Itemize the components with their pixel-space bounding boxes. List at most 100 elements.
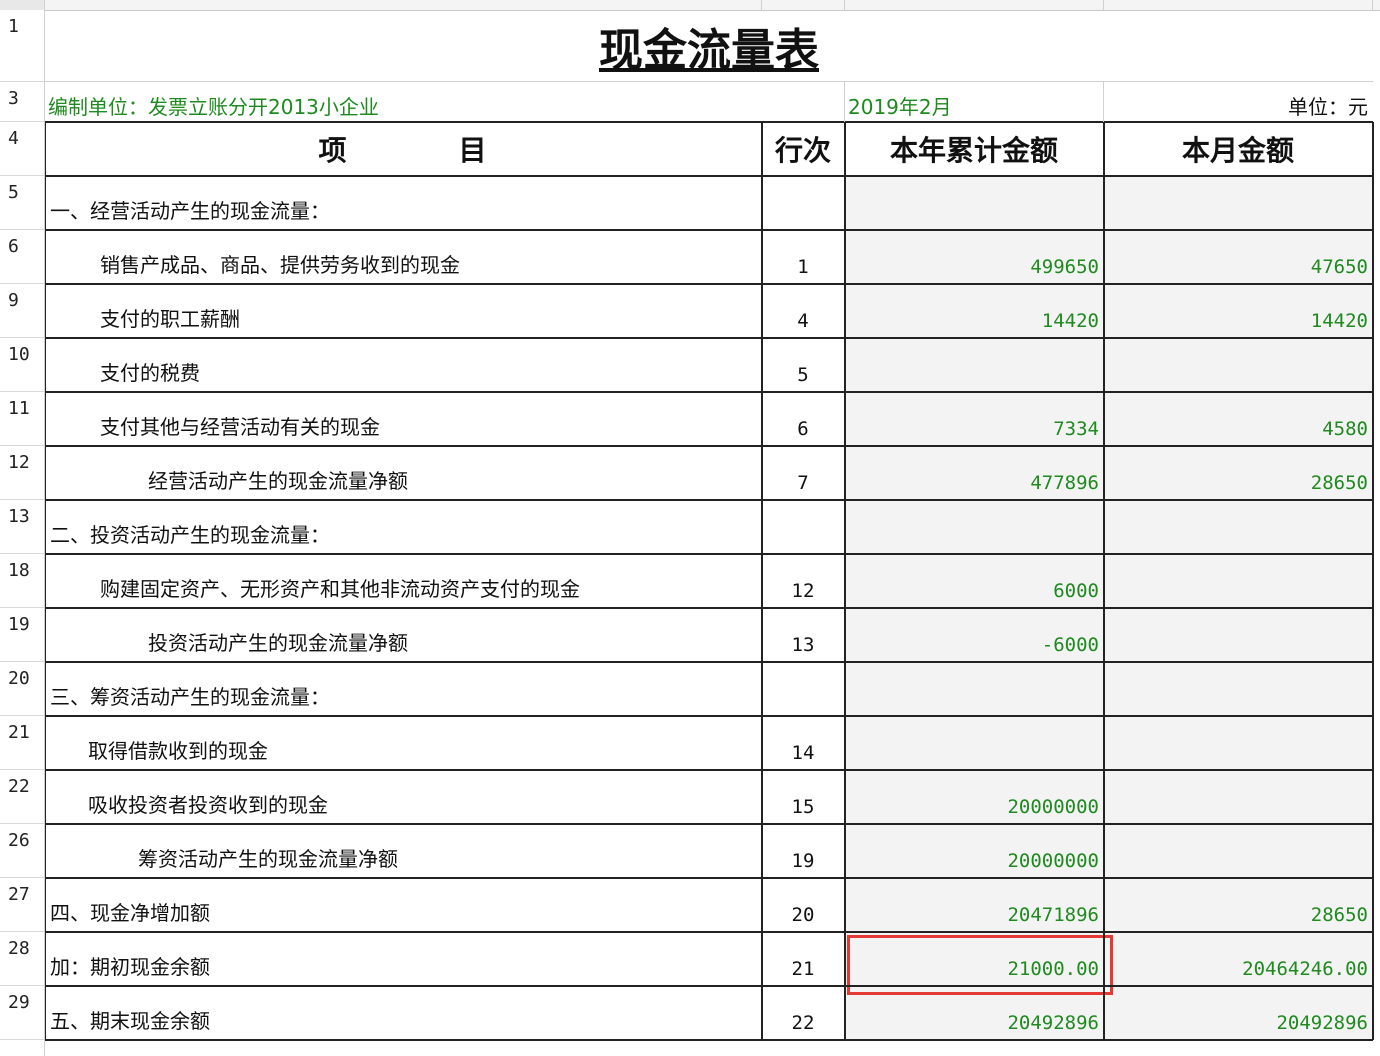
month-amount-cell[interactable]: 14420 — [1104, 284, 1372, 338]
table-border-vertical — [1372, 122, 1374, 1040]
month-amount-cell[interactable]: 20492896 — [1104, 986, 1372, 1040]
ytd-amount-cell[interactable] — [845, 338, 1103, 392]
line-number-cell[interactable]: 6 — [762, 392, 844, 446]
row-header[interactable]: 19 — [0, 608, 44, 662]
line-number-cell[interactable]: 22 — [762, 986, 844, 1040]
currency-unit-label: 单位：元 — [1288, 95, 1368, 119]
table-border-vertical — [1103, 122, 1105, 1040]
ytd-amount-cell[interactable] — [845, 176, 1103, 230]
month-amount-cell[interactable] — [1104, 770, 1372, 824]
item-cell[interactable]: 支付的职工薪酬 — [100, 284, 759, 338]
month-amount-cell[interactable] — [1104, 554, 1372, 608]
item-cell[interactable]: 筹资活动产生的现金流量净额 — [138, 824, 759, 878]
item-cell[interactable]: 四、现金净增加额 — [50, 878, 759, 932]
table-border-horizontal — [44, 445, 1373, 447]
row-header-divider — [44, 0, 45, 1056]
month-amount-cell[interactable]: 47650 — [1104, 230, 1372, 284]
item-cell[interactable]: 吸收投资者投资收到的现金 — [88, 770, 759, 824]
ytd-amount-cell[interactable]: 20000000 — [845, 770, 1103, 824]
month-amount-cell[interactable] — [1104, 662, 1372, 716]
column-gridline — [844, 82, 845, 122]
row-header[interactable]: 29 — [0, 986, 44, 1040]
item-cell[interactable]: 销售产成品、商品、提供劳务收到的现金 — [100, 230, 759, 284]
line-number-cell[interactable]: 13 — [762, 608, 844, 662]
row-header[interactable]: 3 — [0, 82, 44, 122]
table-border-horizontal — [44, 175, 1373, 177]
item-cell[interactable]: 取得借款收到的现金 — [88, 716, 759, 770]
row-header[interactable]: 1 — [0, 10, 44, 82]
table-border-vertical — [761, 122, 763, 1040]
row-header[interactable]: 26 — [0, 824, 44, 878]
row-header[interactable]: 6 — [0, 230, 44, 284]
item-cell[interactable]: 加：期初现金余额 — [50, 932, 759, 986]
ytd-amount-cell[interactable]: 477896 — [845, 446, 1103, 500]
row-header[interactable]: 20 — [0, 662, 44, 716]
row-header[interactable]: 10 — [0, 338, 44, 392]
ytd-amount-cell[interactable] — [845, 662, 1103, 716]
column-header-ytd: 本年累计金额 — [889, 134, 1058, 167]
row-header[interactable]: 5 — [0, 176, 44, 230]
line-number-cell[interactable]: 5 — [762, 338, 844, 392]
month-amount-cell[interactable]: 4580 — [1104, 392, 1372, 446]
month-amount-cell[interactable] — [1104, 338, 1372, 392]
table-border-vertical — [844, 122, 846, 1040]
item-cell[interactable]: 购建固定资产、无形资产和其他非流动资产支付的现金 — [100, 554, 759, 608]
ytd-amount-cell[interactable]: 20000000 — [845, 824, 1103, 878]
ytd-amount-cell[interactable]: 14420 — [845, 284, 1103, 338]
item-cell[interactable]: 支付其他与经营活动有关的现金 — [100, 392, 759, 446]
item-cell[interactable]: 投资活动产生的现金流量净额 — [148, 608, 759, 662]
row-header[interactable]: 11 — [0, 392, 44, 446]
line-number-cell[interactable]: 15 — [762, 770, 844, 824]
table-border-horizontal — [44, 823, 1373, 825]
table-border-horizontal — [44, 121, 1373, 123]
item-cell[interactable]: 经营活动产生的现金流量净额 — [148, 446, 759, 500]
ytd-amount-cell[interactable] — [845, 500, 1103, 554]
ytd-amount-cell[interactable]: 6000 — [845, 554, 1103, 608]
month-amount-cell[interactable]: 28650 — [1104, 878, 1372, 932]
line-number-cell[interactable] — [762, 500, 844, 554]
item-cell[interactable]: 支付的税费 — [100, 338, 759, 392]
line-number-cell[interactable]: 20 — [762, 878, 844, 932]
row-header[interactable]: 13 — [0, 500, 44, 554]
line-number-cell[interactable]: 4 — [762, 284, 844, 338]
month-amount-cell[interactable]: 28650 — [1104, 446, 1372, 500]
ytd-amount-cell[interactable]: 499650 — [845, 230, 1103, 284]
month-amount-cell[interactable] — [1104, 824, 1372, 878]
line-number-cell[interactable]: 14 — [762, 716, 844, 770]
ytd-amount-cell[interactable] — [845, 716, 1103, 770]
month-amount-cell[interactable]: 20464246.00 — [1104, 932, 1372, 986]
item-cell[interactable]: 二、投资活动产生的现金流量： — [50, 500, 759, 554]
row-header[interactable]: 9 — [0, 284, 44, 338]
line-number-cell[interactable] — [762, 176, 844, 230]
line-number-cell[interactable]: 21 — [762, 932, 844, 986]
item-cell[interactable]: 一、经营活动产生的现金流量： — [50, 176, 759, 230]
table-border-horizontal — [44, 553, 1373, 555]
column-header-line: 行次 — [774, 134, 831, 167]
line-number-cell[interactable]: 1 — [762, 230, 844, 284]
month-amount-cell[interactable] — [1104, 716, 1372, 770]
item-cell[interactable]: 三、筹资活动产生的现金流量： — [50, 662, 759, 716]
ytd-amount-cell[interactable]: 20471896 — [845, 878, 1103, 932]
table-border-horizontal — [44, 607, 1373, 609]
row-header[interactable]: 4 — [0, 122, 44, 176]
column-gridline — [1372, 0, 1373, 10]
line-number-cell[interactable]: 12 — [762, 554, 844, 608]
row-header[interactable]: 27 — [0, 878, 44, 932]
compiling-unit-label: 编制单位：发票立账分开2013小企业 — [48, 95, 379, 119]
ytd-amount-cell[interactable]: 7334 — [845, 392, 1103, 446]
month-amount-cell[interactable] — [1104, 500, 1372, 554]
select-all-corner[interactable] — [0, 0, 44, 10]
ytd-amount-cell[interactable]: -6000 — [845, 608, 1103, 662]
row-header[interactable]: 22 — [0, 770, 44, 824]
line-number-cell[interactable]: 19 — [762, 824, 844, 878]
row-header[interactable]: 12 — [0, 446, 44, 500]
month-amount-cell[interactable] — [1104, 608, 1372, 662]
row-header[interactable]: 28 — [0, 932, 44, 986]
table-border-horizontal — [44, 1039, 1373, 1041]
item-cell[interactable]: 五、期末现金余额 — [50, 986, 759, 1040]
line-number-cell[interactable] — [762, 662, 844, 716]
row-header[interactable]: 21 — [0, 716, 44, 770]
row-header[interactable]: 18 — [0, 554, 44, 608]
month-amount-cell[interactable] — [1104, 176, 1372, 230]
line-number-cell[interactable]: 7 — [762, 446, 844, 500]
